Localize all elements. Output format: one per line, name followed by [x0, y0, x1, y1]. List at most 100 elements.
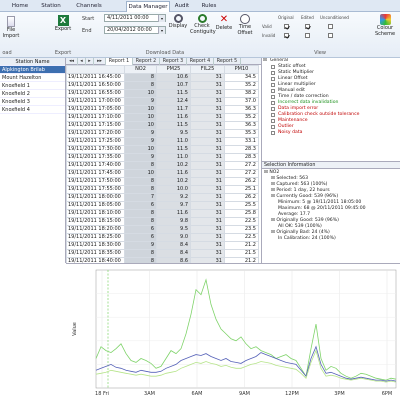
legend-checkbox[interactable]	[271, 77, 275, 81]
cell-no2[interactable]: 6	[124, 233, 157, 242]
table-row[interactable]: 19/11/2011 17:30:00 10 11.5 31 28.3	[66, 145, 259, 154]
cell-pm10[interactable]: 35.3	[224, 129, 259, 138]
table-row[interactable]: 19/11/2011 18:25:00 6 9.0 31 22.5	[66, 233, 259, 242]
valid-unconditioned-checkbox[interactable]	[328, 24, 333, 29]
cell-fil25[interactable]: 31	[190, 241, 225, 250]
tab-rules[interactable]: Rules	[198, 1, 220, 12]
data-chart[interactable]: 18 Fri 3AM 6AM 9AM 12PM 3PM 6PM Value	[66, 263, 400, 400]
cell-pm10[interactable]: 38.2	[224, 89, 259, 98]
legend-checkbox[interactable]	[271, 113, 275, 117]
cell-pm25[interactable]: 8.4	[156, 249, 191, 258]
cell-timestamp[interactable]: 19/11/2011 17:50:00	[66, 177, 125, 186]
cell-no2[interactable]: 8	[124, 217, 157, 226]
cell-timestamp[interactable]: 19/11/2011 18:00:00	[66, 193, 125, 202]
legend-item[interactable]: Noisy data	[262, 130, 400, 136]
calendar-dropdown-icon[interactable]: ▾	[158, 27, 165, 34]
cell-timestamp[interactable]: 19/11/2011 16:45:00	[66, 73, 125, 82]
cell-pm25[interactable]: 11.6	[156, 113, 191, 122]
cell-pm25[interactable]: 9.2	[156, 193, 191, 202]
cell-fil25[interactable]: 31	[190, 177, 225, 186]
cell-fil25[interactable]: 31	[190, 89, 225, 98]
cell-pm10[interactable]: 36.3	[224, 121, 259, 130]
cell-pm10[interactable]: 33.1	[224, 137, 259, 146]
cell-pm10[interactable]: 37.0	[224, 97, 259, 106]
tab-channels[interactable]: Channels	[72, 1, 106, 12]
cell-pm10[interactable]: 22.5	[224, 233, 259, 242]
legend-checkbox[interactable]	[271, 95, 275, 99]
table-row[interactable]: 19/11/2011 18:00:00 7 9.2 31 26.2	[66, 193, 259, 202]
table-row[interactable]: 19/11/2011 17:50:00 8 10.2 31 26.2	[66, 177, 259, 186]
table-row[interactable]: 19/11/2011 16:50:00 8 10.7 31 35.2	[66, 81, 259, 90]
invalid-unconditioned-checkbox[interactable]	[328, 33, 333, 38]
table-row[interactable]: 19/11/2011 16:55:00 10 11.5 31 38.2	[66, 89, 259, 98]
cell-fil25[interactable]: 31	[190, 113, 225, 122]
cell-fil25[interactable]: 31	[190, 233, 225, 242]
cell-fil25[interactable]: 31	[190, 137, 225, 146]
cell-fil25[interactable]: 31	[190, 73, 225, 82]
calendar-dropdown-icon[interactable]: ▾	[158, 15, 165, 22]
valid-original-checkbox[interactable]	[284, 24, 289, 29]
cell-fil25[interactable]: 31	[190, 217, 225, 226]
cell-pm10[interactable]: 23.5	[224, 225, 259, 234]
cell-timestamp[interactable]: 19/11/2011 17:35:00	[66, 153, 125, 162]
cell-fil25[interactable]: 31	[190, 193, 225, 202]
cell-pm10[interactable]: 22.5	[224, 217, 259, 226]
table-row[interactable]: 19/11/2011 17:25:00 9 11.0 31 33.1	[66, 137, 259, 146]
cell-no2[interactable]: 6	[124, 201, 157, 210]
cell-pm25[interactable]: 9.8	[156, 217, 191, 226]
tab-scroll-left-icon[interactable]: ◂	[78, 58, 86, 65]
colour-scheme-button[interactable]: Colour Scheme	[372, 14, 398, 37]
cell-pm25[interactable]: 9.5	[156, 225, 191, 234]
cell-pm10[interactable]: 35.2	[224, 113, 259, 122]
table-row[interactable]: 19/11/2011 17:10:00 10 11.6 31 35.2	[66, 113, 259, 122]
cell-pm25[interactable]: 10.2	[156, 177, 191, 186]
tab-report-3[interactable]: Report 3	[160, 58, 187, 65]
tab-scroll-last-icon[interactable]: ▸▸	[94, 58, 106, 65]
cell-fil25[interactable]: 31	[190, 249, 225, 258]
invalid-original-checkbox[interactable]	[284, 33, 289, 38]
cell-pm25[interactable]: 9.5	[156, 129, 191, 138]
legend-checkbox[interactable]	[271, 125, 275, 129]
cell-pm10[interactable]: 25.1	[224, 185, 259, 194]
cell-timestamp[interactable]: 19/11/2011 18:25:00	[66, 233, 125, 242]
tab-report-2[interactable]: Report 2	[133, 58, 160, 65]
tab-report-4[interactable]: Report 4	[187, 58, 214, 65]
cell-no2[interactable]: 9	[124, 241, 157, 250]
cell-timestamp[interactable]: 19/11/2011 18:35:00	[66, 249, 125, 258]
station-item[interactable]: Knoxfield 2	[0, 90, 65, 98]
legend-checkbox[interactable]	[271, 131, 275, 135]
cell-pm10[interactable]: 26.2	[224, 193, 259, 202]
cell-pm25[interactable]: 9.0	[156, 233, 191, 242]
tab-report-5[interactable]: Report 5	[214, 58, 241, 65]
col-header-no2[interactable]: NO2	[124, 65, 157, 74]
cell-no2[interactable]: 8	[124, 81, 157, 90]
cell-no2[interactable]: 8	[124, 185, 157, 194]
station-item[interactable]: Knoxfield 3	[0, 98, 65, 106]
cell-pm10[interactable]: 28.3	[224, 145, 259, 154]
cell-fil25[interactable]: 31	[190, 121, 225, 130]
cell-timestamp[interactable]: 19/11/2011 18:10:00	[66, 209, 125, 218]
cell-timestamp[interactable]: 19/11/2011 17:45:00	[66, 169, 125, 178]
invalid-edited-checkbox[interactable]	[305, 33, 310, 38]
cell-pm25[interactable]: 11.5	[156, 89, 191, 98]
cell-timestamp[interactable]: 19/11/2011 17:15:00	[66, 121, 125, 130]
cell-pm10[interactable]: 21.5	[224, 249, 259, 258]
cell-fil25[interactable]: 31	[190, 161, 225, 170]
cell-pm25[interactable]: 10.6	[156, 73, 191, 82]
cell-pm10[interactable]: 26.2	[224, 177, 259, 186]
cell-pm10[interactable]: 25.5	[224, 201, 259, 210]
cell-no2[interactable]: 9	[124, 129, 157, 138]
table-row[interactable]: 19/11/2011 17:00:00 9 12.4 31 37.0	[66, 97, 259, 106]
table-row[interactable]: 19/11/2011 17:20:00 9 9.5 31 35.3	[66, 129, 259, 138]
table-row[interactable]: 19/11/2011 18:20:00 6 9.5 31 23.5	[66, 225, 259, 234]
cell-pm10[interactable]: 34.5	[224, 73, 259, 82]
file-import-button[interactable]: File Import	[0, 16, 22, 39]
tab-report-1[interactable]: Report 1	[106, 58, 133, 65]
col-header-pm10[interactable]: PM10	[224, 65, 259, 74]
legend-checkbox[interactable]	[271, 119, 275, 123]
table-row[interactable]: 19/11/2011 18:35:00 8 8.4 31 21.5	[66, 249, 259, 258]
cell-no2[interactable]: 7	[124, 193, 157, 202]
cell-timestamp[interactable]: 19/11/2011 16:50:00	[66, 81, 125, 90]
cell-pm25[interactable]: 10.2	[156, 161, 191, 170]
cell-no2[interactable]: 6	[124, 225, 157, 234]
